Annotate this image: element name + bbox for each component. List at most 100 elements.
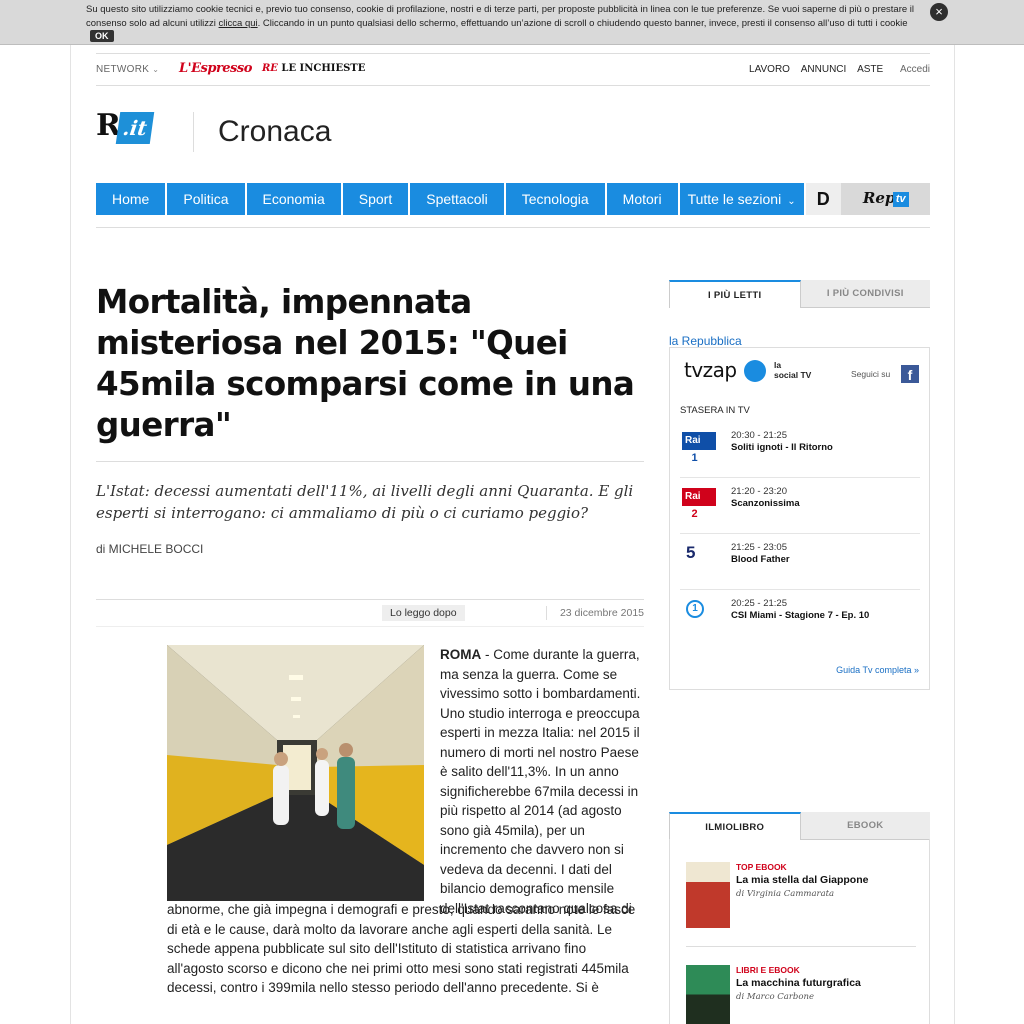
article-photo[interactable] <box>167 645 424 901</box>
tv-program[interactable]: 1 20:25 - 21:25 CSI Miami - Stagione 7 -… <box>680 590 920 646</box>
network-menu[interactable]: NETWORK ⌄ <box>96 64 159 75</box>
tab-ebook[interactable]: EBOOK <box>800 812 930 840</box>
tab-ilmiolibro[interactable]: ILMIOLIBRO <box>669 812 801 840</box>
cookie-banner[interactable]: Su questo sito utilizziamo cookie tecnic… <box>0 0 1024 45</box>
book-title: La mia stella dal Giappone <box>736 874 869 886</box>
program-time: 20:30 - 21:25 <box>731 430 787 441</box>
channel-name: Rai <box>685 435 701 446</box>
nav-all-sections-label: Tutte le sezioni <box>687 191 782 207</box>
inchieste-re: RE <box>262 63 278 74</box>
tvzap-icon <box>744 360 766 382</box>
channel-number: 2 <box>688 507 701 521</box>
main-nav: Home Politica Economia Sport Spettacoli … <box>96 183 930 215</box>
page-border-left <box>70 45 71 1024</box>
nav-sport[interactable]: Sport <box>342 183 409 215</box>
link-aste[interactable]: ASTE <box>857 64 883 75</box>
article-summary: L'Istat: decessi aumentati dell'11%, ai … <box>96 482 634 522</box>
network-bar: NETWORK ⌄ L'Espresso RE LE INCHIESTE LAVO… <box>96 53 930 86</box>
repubblica-logo[interactable]: R .it <box>96 108 162 152</box>
hospital-corridor-image <box>167 645 424 901</box>
rai1-logo: Rai 1 <box>682 432 716 465</box>
cookie-more-link[interactable]: clicca qui <box>219 18 258 29</box>
tab-most-shared[interactable]: I PIÙ CONDIVISI <box>800 280 930 308</box>
most-read-tabs: I PIÙ LETTI I PIÙ CONDIVISI <box>669 280 930 308</box>
tv-program[interactable]: 5 21:25 - 23:05 Blood Father <box>680 534 920 590</box>
article-toolbar: Lo leggo dopo 23 dicembre 2015 <box>96 600 644 627</box>
book-category: LIBRI E EBOOK <box>736 965 800 975</box>
channel-name: Rai <box>685 491 701 502</box>
section-title[interactable]: Cronaca <box>218 115 331 149</box>
tab-most-read[interactable]: I PIÙ LETTI <box>669 280 801 308</box>
nav-tecnologia[interactable]: Tecnologia <box>505 183 605 215</box>
link-annunci[interactable]: ANNUNCI <box>801 64 847 75</box>
d-magazine-link[interactable]: D <box>805 183 841 215</box>
nav-home[interactable]: Home <box>96 183 166 215</box>
book-author: di Virginia Cammarata <box>736 889 835 899</box>
header-divider <box>193 112 194 152</box>
books-widget: TOP EBOOK La mia stella dal Giappone di … <box>669 839 930 1024</box>
network-label: NETWORK <box>96 64 150 75</box>
program-time: 21:25 - 23:05 <box>731 542 787 553</box>
nav-politica[interactable]: Politica <box>167 183 245 215</box>
nav-divider <box>96 227 930 228</box>
rai2-logo: Rai 2 <box>682 488 716 521</box>
tv-label: tv <box>892 192 909 207</box>
article-city: ROMA <box>440 647 482 662</box>
book-title: La macchina futurgrafica <box>736 977 861 989</box>
tvzap-tagline-1: la <box>774 360 782 370</box>
canale5-logo: 5 <box>686 543 696 562</box>
tv-guide-link[interactable]: Guida Tv completa » <box>836 665 919 675</box>
inchieste-label: LE INCHIESTE <box>281 63 366 74</box>
divider <box>96 461 644 462</box>
program-time: 20:25 - 21:25 <box>731 598 787 609</box>
program-title: Blood Father <box>731 554 790 565</box>
program-time: 21:20 - 23:20 <box>731 486 787 497</box>
close-icon[interactable]: × <box>930 3 948 21</box>
publish-date: 23 dicembre 2015 <box>559 607 644 619</box>
inchieste-logo-link[interactable]: RE LE INCHIESTE <box>262 63 365 74</box>
chevron-down-icon: ⌄ <box>152 65 160 74</box>
login-link[interactable]: Accedi <box>900 64 930 75</box>
book-item[interactable]: TOP EBOOK La mia stella dal Giappone di … <box>686 862 916 952</box>
program-title: Soliti ignoti - Il Ritorno <box>731 442 833 453</box>
tvzap-logo[interactable]: tvzap <box>684 358 737 382</box>
facebook-icon[interactable]: f <box>901 365 919 383</box>
follow-label: Seguici su <box>851 369 891 379</box>
books-tabs: ILMIOLIBRO EBOOK <box>669 812 930 840</box>
tv-program[interactable]: Rai 2 21:20 - 23:20 Scanzonissima <box>680 478 920 534</box>
nav-spettacoli[interactable]: Spettacoli <box>410 183 504 215</box>
book-cover <box>686 965 730 1024</box>
article-headline: Mortalità, impennata misteriosa nel 2015… <box>96 283 635 444</box>
espresso-logo-link[interactable]: L'Espresso <box>179 61 252 76</box>
tvzap-tagline-2: social TV <box>774 370 812 380</box>
program-title: Scanzonissima <box>731 498 800 509</box>
nav-economia[interactable]: Economia <box>246 183 341 215</box>
book-cover <box>686 862 730 928</box>
book-category: TOP EBOOK <box>736 862 787 872</box>
article-body-side-text: - Come durante la guerra, ma senza la gu… <box>440 647 641 916</box>
cookie-text: Su questo sito utilizziamo cookie tecnic… <box>86 3 920 44</box>
article-body-side: ROMA - Come durante la guerra, ma senza … <box>440 645 644 918</box>
rep-label: Rep <box>862 189 896 207</box>
repubblica-source-link[interactable]: la Repubblica <box>669 334 742 348</box>
cookie-ok-button[interactable]: OK <box>90 30 114 42</box>
divider <box>546 606 547 620</box>
logo-it: .it <box>115 112 155 144</box>
tv-guide-widget: tvzap la social TV Seguici su f STASERA I… <box>669 347 930 690</box>
article-body: abnorme, che già impegna i demografi e p… <box>167 902 636 995</box>
link-lavoro[interactable]: LAVORO <box>749 64 790 75</box>
tv-program[interactable]: Rai 1 20:30 - 21:25 Soliti ignoti - Il Ri… <box>680 422 920 478</box>
tvzap-tagline: la social TV <box>774 360 811 380</box>
book-item[interactable]: LIBRI E EBOOK La macchina futurgrafica d… <box>686 965 916 1024</box>
cookie-text-after: . Cliccando in un punto qualsiasi dello … <box>257 17 908 29</box>
divider <box>686 946 916 947</box>
reptv-link[interactable]: Rep tv <box>840 183 930 215</box>
italia1-logo: 1 <box>686 600 704 618</box>
nav-motori[interactable]: Motori <box>606 183 678 215</box>
program-title: CSI Miami - Stagione 7 - Ep. 10 <box>731 610 870 621</box>
tonight-label: STASERA IN TV <box>680 405 750 416</box>
book-author: di Marco Carbone <box>736 992 814 1002</box>
read-later-button[interactable]: Lo leggo dopo <box>382 605 465 621</box>
nav-all-sections[interactable]: Tutte le sezioni ⌄ <box>679 183 804 215</box>
network-links: LAVORO ANNUNCI ASTE Accedi <box>741 64 930 75</box>
